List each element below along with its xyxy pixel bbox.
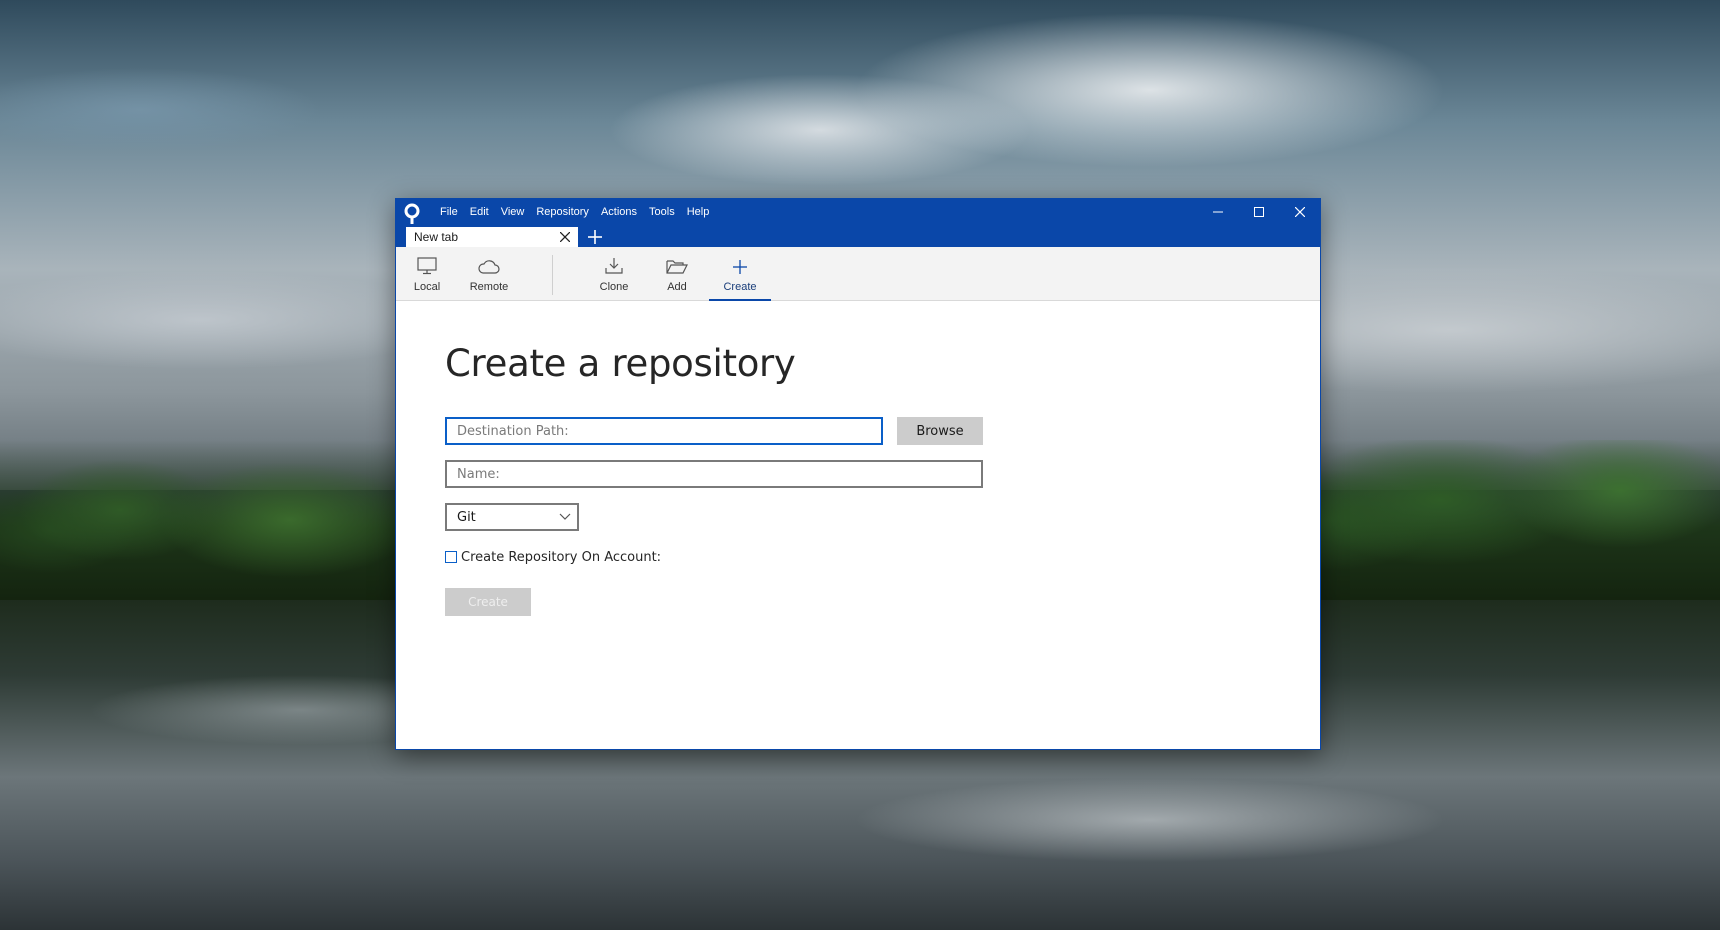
tool-add[interactable]: Add bbox=[646, 247, 708, 301]
menu-file[interactable]: File bbox=[434, 199, 464, 225]
menu-help[interactable]: Help bbox=[681, 199, 716, 225]
tool-local[interactable]: Local bbox=[396, 247, 458, 301]
page-title: Create a repository bbox=[445, 342, 796, 385]
create-repository-panel: Create a repository Browse Git Create Re… bbox=[396, 302, 1320, 749]
chevron-down-icon bbox=[559, 510, 571, 525]
menu-actions[interactable]: Actions bbox=[595, 199, 643, 225]
tool-local-label: Local bbox=[413, 281, 441, 293]
minimize-icon bbox=[1212, 211, 1223, 213]
tab-close-button[interactable] bbox=[558, 230, 572, 244]
maximize-button[interactable] bbox=[1238, 199, 1279, 225]
maximize-icon bbox=[1253, 207, 1264, 217]
browse-button[interactable]: Browse bbox=[897, 417, 983, 445]
toolbar: Local Remote Clone Add Create bbox=[396, 247, 1320, 301]
menu-view[interactable]: View bbox=[495, 199, 531, 225]
app-window: File Edit View Repository Actions Tools … bbox=[395, 198, 1321, 750]
close-icon bbox=[560, 232, 570, 242]
active-tool-indicator bbox=[709, 299, 771, 301]
cloud-icon bbox=[478, 247, 500, 275]
tool-create[interactable]: Create bbox=[709, 247, 771, 301]
tool-remote[interactable]: Remote bbox=[458, 247, 520, 301]
plus-icon bbox=[588, 230, 602, 244]
folder-open-icon bbox=[666, 247, 688, 275]
minimize-button[interactable] bbox=[1197, 199, 1238, 225]
close-icon bbox=[1294, 207, 1305, 217]
menu-edit[interactable]: Edit bbox=[464, 199, 495, 225]
vcs-type-select[interactable]: Git bbox=[445, 503, 579, 531]
tool-remote-label: Remote bbox=[469, 281, 509, 293]
tab-label: New tab bbox=[414, 230, 459, 244]
tool-add-label: Add bbox=[667, 281, 687, 293]
toolbar-divider bbox=[552, 255, 553, 295]
tool-clone[interactable]: Clone bbox=[583, 247, 645, 301]
monitor-icon bbox=[417, 247, 437, 275]
new-tab-button[interactable] bbox=[586, 228, 604, 246]
vcs-type-value: Git bbox=[457, 509, 476, 525]
menu-repository[interactable]: Repository bbox=[530, 199, 595, 225]
create-button[interactable]: Create bbox=[445, 588, 531, 616]
create-on-account-label[interactable]: Create Repository On Account: bbox=[461, 550, 661, 565]
window-controls bbox=[1197, 199, 1320, 225]
title-bar: File Edit View Repository Actions Tools … bbox=[396, 199, 1320, 247]
plus-icon bbox=[732, 247, 748, 275]
tool-create-label: Create bbox=[723, 281, 757, 293]
download-icon bbox=[604, 247, 624, 275]
name-input[interactable] bbox=[445, 460, 983, 488]
create-on-account-checkbox[interactable] bbox=[445, 551, 457, 563]
tool-clone-label: Clone bbox=[599, 281, 629, 293]
menu-bar: File Edit View Repository Actions Tools … bbox=[434, 199, 715, 225]
sourcetree-logo-icon[interactable] bbox=[403, 203, 423, 225]
destination-path-input[interactable] bbox=[445, 417, 883, 445]
menu-tools[interactable]: Tools bbox=[643, 199, 681, 225]
close-button[interactable] bbox=[1279, 199, 1320, 225]
create-on-account-option: Create Repository On Account: bbox=[445, 548, 661, 566]
tab-new[interactable]: New tab bbox=[406, 227, 578, 247]
